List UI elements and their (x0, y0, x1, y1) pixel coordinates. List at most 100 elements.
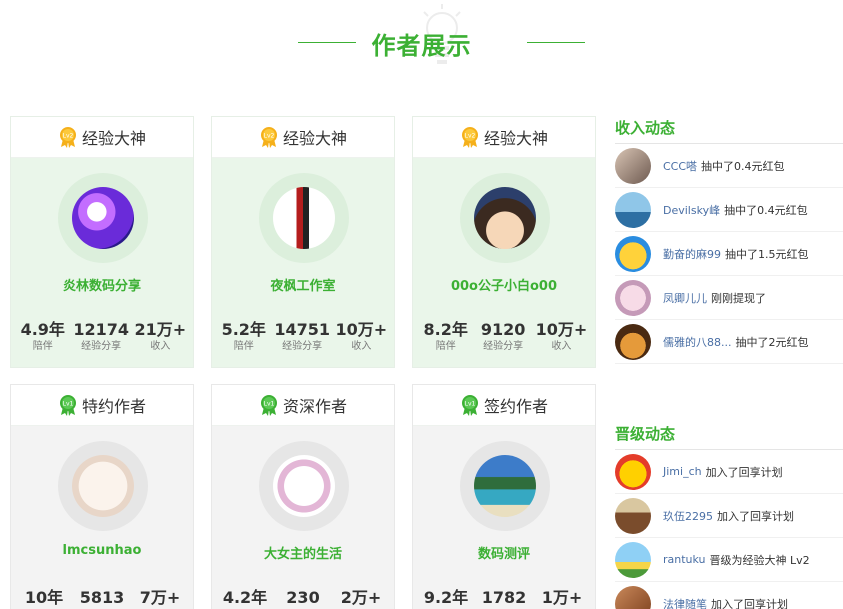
feed-action-text: 晋级为经验大神 Lv2 (709, 553, 810, 567)
avatar[interactable] (72, 455, 134, 517)
stat-shares: 12174 经验分享 (73, 320, 129, 354)
author-card[interactable]: Lv1 资深作者 大女主的生活 4.2年 230 2万+ (211, 384, 395, 609)
card-level-title: 经验大神 (81, 129, 146, 148)
income-feed: 收入动态 CCC嗒 抽中了0.4元红包 Devilsky峰 抽中了0.4元红包 … (615, 116, 843, 364)
card-level-title: 经验大神 (282, 129, 347, 148)
stat-value: 10万+ (335, 320, 388, 339)
stat-label: 经验分享 (282, 341, 323, 352)
gold-medal-icon: Lv2 (461, 127, 478, 148)
feed-user-link[interactable]: 玖伍2295 (663, 508, 713, 524)
feed-user-link[interactable]: Jimi_ch (663, 465, 702, 478)
stat-duration: 10年 (19, 588, 69, 608)
stat-label: 经验分享 (81, 341, 122, 352)
stat-shares: 230 (278, 588, 328, 608)
avatar[interactable] (474, 455, 536, 517)
avatar[interactable] (615, 323, 651, 360)
author-name[interactable]: lmcsunhao (11, 543, 193, 558)
stat-label: 陪伴 (233, 341, 254, 352)
feed-item[interactable]: 凤卿儿儿 刚刚提现了 (615, 276, 843, 320)
avatar-ring (259, 173, 349, 263)
author-card[interactable]: Lv2 经验大神 夜枫工作室 5.2年陪伴 14751 经验分享 10万+ 收入 (211, 116, 395, 368)
stat-label: 收入 (551, 341, 572, 352)
card-header: Lv1 特约作者 (11, 385, 193, 426)
author-stats: 8.2年 陪伴 9120 经验分享 10万+ 收入 (413, 320, 595, 354)
header-divider-right (527, 42, 585, 43)
svg-text:Lv2: Lv2 (63, 133, 74, 140)
author-card[interactable]: Lv2 经验大神 炎林数码分享 4.9年 陪伴 12174 经验分享 21万+ 收入 (10, 116, 194, 368)
avatar[interactable] (615, 541, 651, 578)
feed-item[interactable]: CCC嗒 抽中了0.4元红包 (615, 144, 843, 188)
card-header: Lv1 资深作者 (212, 385, 394, 426)
card-header: Lv2 经验大神 (413, 117, 595, 158)
green-medal-icon: Lv1 (59, 395, 76, 416)
stat-label: 陪伴 (32, 341, 53, 352)
green-medal-icon: Lv1 (461, 395, 478, 416)
feed-item[interactable]: 勤奋的麻99 抽中了1.5元红包 (615, 232, 843, 276)
feed-user-link[interactable]: Devilsky峰 (663, 202, 720, 218)
stat-value: 14751 (274, 320, 330, 339)
avatar[interactable] (72, 187, 134, 249)
stat-value: 1782 (481, 588, 527, 607)
author-name[interactable]: 夜枫工作室 (212, 275, 394, 294)
feed-action-text: 加入了回享计划 (717, 509, 794, 523)
feed-user-link[interactable]: CCC嗒 (663, 158, 697, 174)
card-level-title: 资深作者 (282, 397, 347, 416)
avatar[interactable] (273, 187, 335, 249)
avatar[interactable] (615, 147, 651, 184)
avatar-ring (58, 173, 148, 263)
page-title: 作者展示 (371, 32, 472, 60)
stat-value: 5813 (79, 588, 125, 607)
stat-value: 9.2年 (423, 588, 469, 607)
svg-text:Lv2: Lv2 (465, 133, 476, 140)
avatar[interactable] (615, 191, 651, 228)
stat-duration: 9.2年 (421, 588, 471, 608)
avatar[interactable] (615, 235, 651, 272)
card-header: Lv2 经验大神 (11, 117, 193, 158)
avatar[interactable] (615, 279, 651, 316)
feed-item[interactable]: 法律随笔 加入了回享计划 (615, 582, 843, 609)
author-card[interactable]: Lv1 特约作者 lmcsunhao 10年 5813 7万+ (10, 384, 194, 609)
feed-item[interactable]: 儒雅的八88... 抽中了2元红包 (615, 320, 843, 364)
stat-shares: 14751 经验分享 (274, 320, 330, 354)
stat-duration: 4.9年 陪伴 (18, 320, 68, 354)
promotion-feed: 晋级动态 Jimi_ch 加入了回享计划 玖伍2295 加入了回享计划 rant… (615, 422, 843, 609)
feed-user-link[interactable]: rantuku (663, 553, 706, 566)
feed-item[interactable]: 玖伍2295 加入了回享计划 (615, 494, 843, 538)
section-header: 作者展示 (0, 0, 843, 80)
author-name[interactable]: 00o公子小白o00 (413, 275, 595, 294)
feed-item[interactable]: rantuku 晋级为经验大神 Lv2 (615, 538, 843, 582)
card-level-title: 签约作者 (483, 397, 548, 416)
author-name[interactable]: 数码测评 (413, 543, 595, 562)
stat-shares: 9120 经验分享 (478, 320, 528, 354)
author-name[interactable]: 炎林数码分享 (11, 275, 193, 294)
avatar[interactable] (615, 453, 651, 490)
avatar[interactable] (615, 497, 651, 534)
author-card[interactable]: Lv1 签约作者 数码测评 9.2年 1782 1万+ (412, 384, 596, 609)
feed-item[interactable]: Devilsky峰 抽中了0.4元红包 (615, 188, 843, 232)
svg-text:Lv1: Lv1 (63, 401, 74, 408)
avatar[interactable] (615, 585, 651, 609)
avatar[interactable] (474, 187, 536, 249)
avatar[interactable] (273, 455, 335, 517)
stat-value: 21万+ (134, 320, 187, 339)
feed-user-link[interactable]: 凤卿儿儿 (663, 290, 707, 306)
feed-user-link[interactable]: 儒雅的八88... (663, 334, 732, 350)
card-level-title: 特约作者 (81, 397, 146, 416)
author-card[interactable]: Lv2 经验大神 00o公子小白o00 8.2年 陪伴 9120 经验分享 10万+… (412, 116, 596, 368)
stat-label: 收入 (351, 341, 372, 352)
stat-duration: 5.2年陪伴 (219, 320, 269, 354)
avatar-ring (58, 441, 148, 531)
stat-value: 4.2年 (222, 588, 268, 607)
feed-user-link[interactable]: 法律随笔 (663, 596, 707, 609)
author-name[interactable]: 大女主的生活 (212, 543, 394, 562)
feed-user-link[interactable]: 勤奋的麻99 (663, 246, 721, 262)
stat-value: 9120 (480, 320, 526, 339)
stat-value: 5.2年 (221, 320, 266, 339)
stat-value: 2万+ (340, 588, 382, 607)
card-header: Lv2 经验大神 (212, 117, 394, 158)
feed-item[interactable]: Jimi_ch 加入了回享计划 (615, 450, 843, 494)
feed-action-text: 刚刚提现了 (711, 291, 766, 305)
stat-label: 陪伴 (435, 341, 456, 352)
stat-duration: 4.2年 (220, 588, 270, 608)
green-medal-icon: Lv1 (260, 395, 277, 416)
